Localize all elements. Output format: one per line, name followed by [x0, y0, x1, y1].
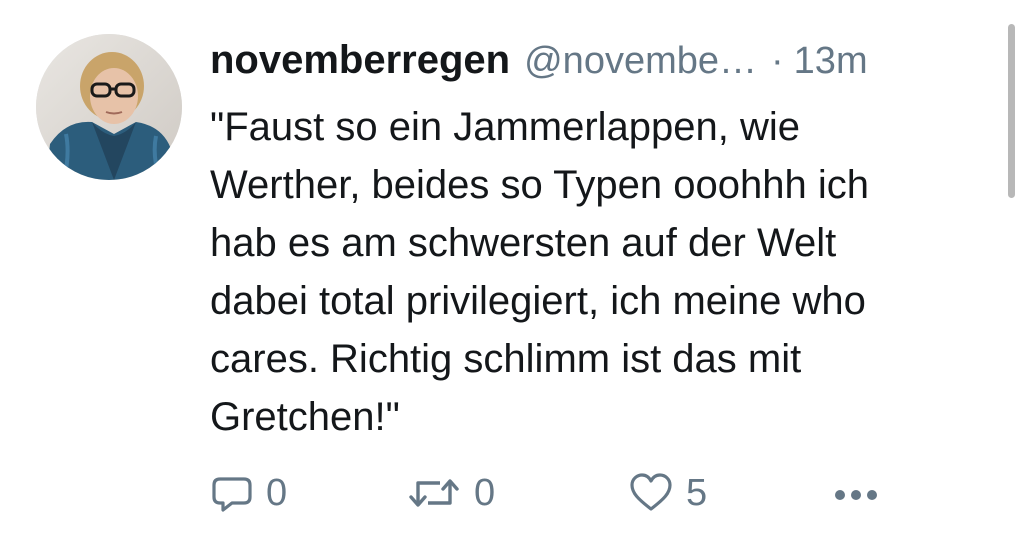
- avatar[interactable]: [36, 34, 182, 180]
- separator-dot: ·: [771, 40, 784, 82]
- reply-button[interactable]: 0: [210, 468, 287, 518]
- tweet-text-line: "Faust so ein Jammerlappen, wie: [210, 105, 801, 149]
- more-icon: [830, 471, 882, 515]
- retweet-icon: [406, 471, 462, 515]
- scrollbar[interactable]: [1008, 24, 1015, 198]
- timestamp[interactable]: 13m: [794, 40, 868, 83]
- tweet-text-line: cares. Richtig schlimm ist das mit: [210, 337, 802, 381]
- user-handle[interactable]: @novembe…: [524, 40, 757, 83]
- display-name[interactable]: novemberregen: [210, 38, 510, 83]
- tweet-text-line: hab es am schwersten auf der Welt: [210, 221, 837, 265]
- tweet-text-line: Gretchen!": [210, 395, 400, 439]
- heart-icon: [628, 471, 674, 515]
- like-count: 5: [686, 471, 708, 514]
- retweet-button[interactable]: 0: [406, 468, 495, 518]
- tweet[interactable]: novemberregen @novembe… · 13m "Faust so …: [0, 0, 1024, 544]
- tweet-text-line: dabei total privilegiert, ich meine who: [210, 279, 866, 323]
- retweet-count: 0: [474, 471, 496, 514]
- reply-count: 0: [266, 471, 288, 514]
- tweet-header: novemberregen @novembe… · 13m: [210, 38, 868, 88]
- more-button[interactable]: [830, 468, 882, 518]
- tweet-actions: 0 0 5: [210, 468, 910, 518]
- like-button[interactable]: 5: [628, 468, 707, 518]
- reply-icon: [210, 471, 254, 515]
- tweet-text: "Faust so ein Jammerlappen, wie Werther,…: [210, 98, 1000, 446]
- tweet-text-line: Werther, beides so Typen ooohhh ich: [210, 163, 869, 207]
